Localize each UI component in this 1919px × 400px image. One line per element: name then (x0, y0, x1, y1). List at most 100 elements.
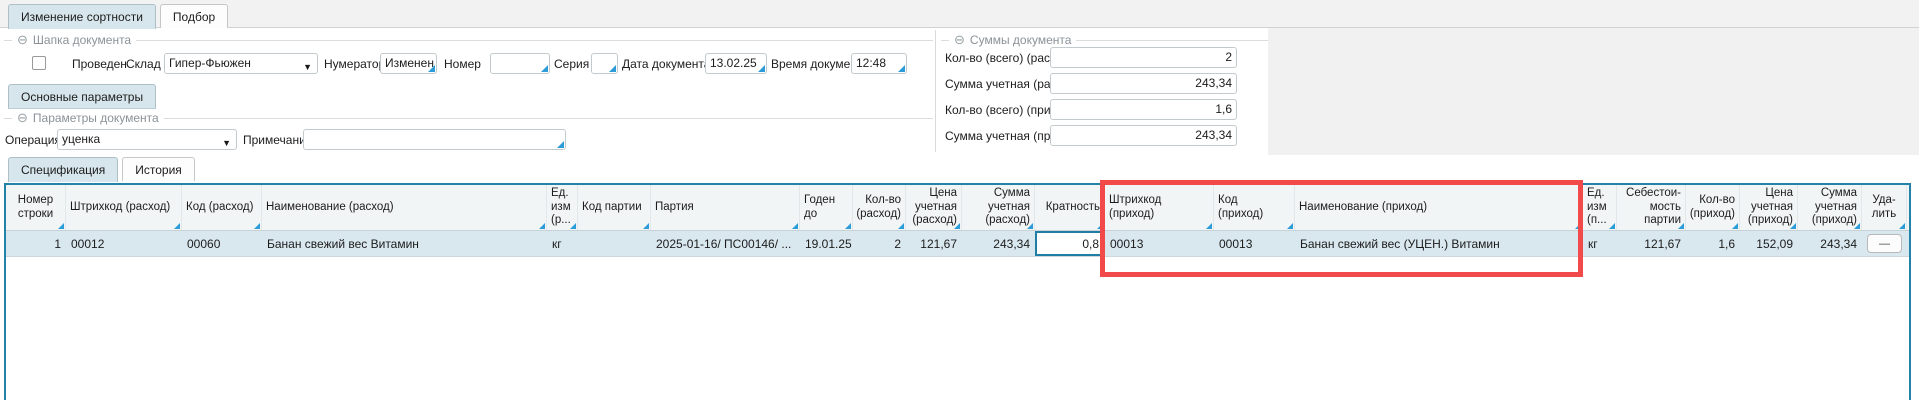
sort-corner-icon (1678, 223, 1684, 229)
group-shapka-dokumenta: ⊖ Шапка документа (4, 33, 933, 47)
collapse-icon[interactable]: ⊖ (954, 34, 965, 46)
column-header[interactable]: Код (приход) (1214, 185, 1295, 230)
column-header[interactable]: Кол-во (приход) (1686, 185, 1740, 230)
field-corner-icon (557, 141, 564, 148)
table-cell[interactable]: 243,34 (962, 231, 1035, 256)
table-cell[interactable]: 00013 (1105, 231, 1214, 256)
group-parametry-dokumenta: ⊖ Параметры документа (4, 111, 933, 125)
table-cell[interactable]: Банан свежий вес Витамин (262, 231, 547, 256)
sort-corner-icon (643, 223, 649, 229)
sort-corner-icon (792, 223, 798, 229)
sort-corner-icon (1097, 223, 1103, 229)
column-header[interactable]: Код партии (578, 185, 651, 230)
chevron-down-icon: ▼ (303, 58, 312, 74)
field-corner-icon (898, 65, 905, 72)
collapse-icon[interactable]: ⊖ (17, 112, 28, 124)
data-dokumenta-label: Дата документа (622, 56, 710, 72)
column-header[interactable]: Код (расход) (182, 185, 262, 230)
sort-corner-icon (845, 223, 851, 229)
vremya-dokumenta-field[interactable]: 12:48 (851, 53, 907, 74)
table-cell[interactable]: 00013 (1214, 231, 1295, 256)
tab-specifikaciya[interactable]: Спецификация (8, 157, 118, 182)
specification-table: Номер строки Штрихкод (расход) Код (расх… (4, 183, 1911, 400)
column-header[interactable]: Годен до (800, 185, 853, 230)
seriya-field[interactable] (591, 53, 618, 74)
numerator-label: Нумератор (324, 56, 385, 72)
sort-corner-icon (254, 223, 260, 229)
tab-podbor[interactable]: Подбор (160, 4, 228, 28)
group-title: Шапка документа (33, 33, 131, 47)
proveden-checkbox[interactable] (32, 56, 46, 70)
table-row[interactable]: 1 00012 00060 Банан свежий вес Витамин к… (6, 231, 1909, 257)
operation-select[interactable]: уценка ▼ (57, 129, 237, 150)
collapse-icon[interactable]: ⊖ (17, 34, 28, 46)
table-cell[interactable]: 2 (853, 231, 906, 256)
tab-izmenenie-sortnosti[interactable]: Изменение сортности (8, 4, 156, 29)
chevron-down-icon: ▼ (222, 134, 231, 150)
sort-corner-icon (539, 223, 545, 229)
vertical-divider (935, 30, 936, 152)
table-cell[interactable]: кг (1583, 231, 1617, 256)
column-header[interactable]: Себестои- мость партии (1617, 185, 1686, 230)
column-header[interactable]: Кратность (1035, 185, 1105, 230)
sklad-select[interactable]: Гипер-Фьюжен ▼ (164, 53, 318, 74)
table-cell[interactable]: 1,6 (1686, 231, 1740, 256)
column-header[interactable]: Ед. изм (п... (1583, 185, 1617, 230)
sort-corner-icon (1790, 223, 1796, 229)
kratnost-cell-editor[interactable]: 0,8 (1035, 231, 1105, 256)
sort-corner-icon (954, 223, 960, 229)
column-header[interactable]: Сумма учетная (приход) (1798, 185, 1862, 230)
sum-row-value[interactable]: 2 (1050, 47, 1237, 68)
column-header[interactable]: Штрихкод (приход) (1105, 185, 1214, 230)
column-header[interactable]: Цена учетная (приход) (1740, 185, 1798, 230)
field-corner-icon (609, 65, 616, 72)
column-header[interactable]: Партия (651, 185, 800, 230)
table-cell[interactable]: 19.01.25 (800, 231, 853, 256)
delete-row-button[interactable]: — (1867, 234, 1902, 253)
column-header[interactable]: Цена учетная (расход) (906, 185, 962, 230)
column-header[interactable]: Наименование (приход) (1295, 185, 1583, 230)
table-cell: — (1862, 231, 1907, 256)
table-cell[interactable]: 121,67 (906, 231, 962, 256)
column-header[interactable]: Номер строки (6, 185, 66, 230)
table-cell[interactable]: 2025-01-16/ ПС00146/ ... (651, 231, 800, 256)
table-cell[interactable] (578, 231, 651, 256)
table-cell[interactable]: 00060 (182, 231, 262, 256)
nomer-field[interactable] (490, 53, 550, 74)
sklad-label: Склад (126, 56, 161, 72)
numerator-field[interactable]: Изменен (380, 53, 437, 74)
sum-row-value[interactable]: 1,6 (1050, 99, 1237, 120)
sort-corner-icon (1732, 223, 1738, 229)
tab-osnovnye-parametry[interactable]: Основные параметры (8, 84, 156, 109)
data-dokumenta-field[interactable]: 13.02.25 (705, 53, 767, 74)
sum-row-value[interactable]: 243,34 (1050, 73, 1237, 94)
table-header-row: Номер строки Штрихкод (расход) Код (расх… (6, 185, 1909, 231)
note-field[interactable] (303, 129, 566, 150)
column-header[interactable]: Ед. изм (р... (547, 185, 578, 230)
column-header[interactable]: Уда- лить (1862, 185, 1907, 230)
sort-corner-icon (1899, 223, 1905, 229)
table-cell[interactable]: Банан свежий вес (УЦЕН.) Витамин (1295, 231, 1583, 256)
sort-corner-icon (58, 223, 64, 229)
sort-corner-icon (1027, 223, 1033, 229)
field-corner-icon (428, 65, 435, 72)
table-cell[interactable]: 1 (6, 231, 66, 256)
column-header[interactable]: Сумма учетная (расход) (962, 185, 1035, 230)
table-cell[interactable]: 121,67 (1617, 231, 1686, 256)
nomer-label: Номер (444, 56, 481, 72)
table-cell[interactable]: 152,09 (1740, 231, 1798, 256)
column-header[interactable]: Штрихкод (расход) (66, 185, 182, 230)
tab-istoriya[interactable]: История (122, 157, 195, 181)
sort-corner-icon (570, 223, 576, 229)
table-cell[interactable]: 00012 (66, 231, 182, 256)
field-corner-icon (541, 65, 548, 72)
sum-row-value[interactable]: 243,34 (1050, 125, 1237, 146)
table-cell[interactable]: кг (547, 231, 578, 256)
field-corner-icon (758, 65, 765, 72)
seriya-label: Серия (554, 56, 589, 72)
table-cell[interactable]: 243,34 (1798, 231, 1862, 256)
group-title: Суммы документа (970, 33, 1072, 47)
sort-corner-icon (174, 223, 180, 229)
column-header[interactable]: Наименование (расход) (262, 185, 547, 230)
column-header[interactable]: Кол-во (расход) (853, 185, 906, 230)
